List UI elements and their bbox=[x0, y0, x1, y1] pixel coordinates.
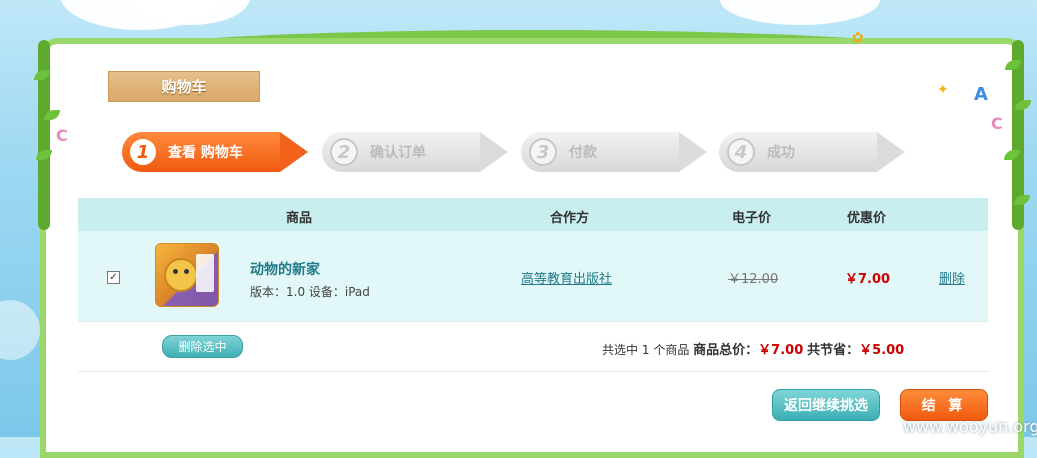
partner-link[interactable]: 高等教育出版社 bbox=[521, 268, 612, 287]
step-number: 3 bbox=[529, 138, 557, 166]
header-product: 商品 bbox=[286, 211, 313, 226]
product-name[interactable]: 动物的新家 bbox=[250, 259, 320, 279]
total-label: 商品总价： bbox=[693, 343, 759, 358]
step-label: 付款 bbox=[569, 145, 597, 161]
header-discount: 优惠价 bbox=[847, 211, 887, 226]
continue-shopping-button[interactable]: 返回继续挑选 bbox=[772, 389, 880, 421]
table-row: ✓ 动物的新家 版本：1.0 设备：iPad 高等教育出版社 ￥12.00 ￥7… bbox=[78, 231, 988, 322]
step-number: 1 bbox=[130, 139, 156, 165]
header-eprice: 电子价 bbox=[732, 211, 772, 226]
save-label: 共节省： bbox=[807, 343, 860, 358]
total-amount: ￥7.00 bbox=[758, 343, 804, 358]
step-label: 查看 购物车 bbox=[168, 145, 243, 161]
step-view-cart: 1 查看 购物车 bbox=[122, 131, 308, 173]
product-meta: 版本：1.0 设备：iPad bbox=[250, 285, 370, 299]
selected-prefix: 共选中 bbox=[602, 343, 639, 357]
electronic-price: ￥12.00 bbox=[728, 272, 779, 287]
header-partner: 合作方 bbox=[550, 211, 590, 226]
discount-price: ￥7.00 bbox=[845, 272, 891, 287]
step-confirm-order: 2 确认订单 bbox=[322, 131, 508, 173]
cart-table-header: 商品 合作方 电子价 优惠价 bbox=[78, 198, 988, 231]
item-checkbox[interactable]: ✓ bbox=[107, 271, 120, 284]
step-label: 成功 bbox=[767, 145, 795, 161]
left-vine bbox=[38, 40, 50, 230]
cloud bbox=[720, 0, 880, 25]
step-label: 确认订单 bbox=[370, 145, 426, 161]
step-number: 4 bbox=[727, 138, 755, 166]
leaf bbox=[1014, 195, 1030, 205]
page-title: 购物车 bbox=[108, 71, 260, 102]
leaf bbox=[1015, 100, 1031, 110]
step-pay: 3 付款 bbox=[521, 131, 707, 173]
delete-selected-button[interactable]: 删除选中 bbox=[162, 335, 243, 358]
selected-suffix: 个商品 bbox=[653, 343, 690, 357]
product-thumbnail[interactable] bbox=[155, 243, 219, 307]
save-amount: ￥5.00 bbox=[859, 343, 905, 358]
bee-icon: ✦ bbox=[937, 82, 949, 98]
divider bbox=[78, 371, 988, 372]
letter-a-decoration: A bbox=[974, 84, 988, 105]
step-success: 4 成功 bbox=[719, 131, 905, 173]
butterfly-icon: ✿ bbox=[852, 30, 864, 46]
step-number: 2 bbox=[330, 138, 358, 166]
selected-count: 1 bbox=[641, 343, 650, 357]
letter-c-decoration: C bbox=[991, 114, 1003, 133]
delete-link[interactable]: 删除 bbox=[939, 268, 965, 287]
letter-c-decoration: C bbox=[56, 126, 68, 145]
cart-summary: 共选中 1 个商品 商品总价：￥7.00 共节省：￥5.00 bbox=[602, 339, 904, 358]
watermark: www.wooyun.org bbox=[903, 417, 1037, 436]
cloud bbox=[0, 300, 40, 360]
